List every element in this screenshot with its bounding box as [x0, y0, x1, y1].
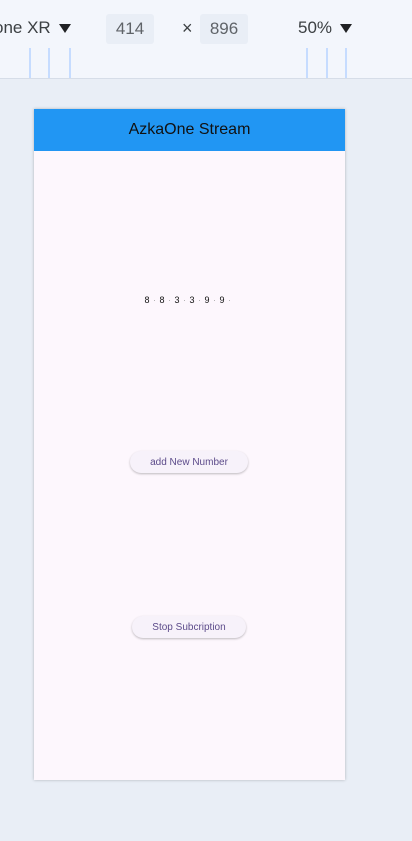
- separator-dot: ·: [167, 295, 172, 305]
- media-query-marker[interactable]: [306, 48, 308, 78]
- zoom-value: 50%: [298, 18, 333, 37]
- device-select[interactable]: one XR: [0, 18, 71, 38]
- add-new-number-button[interactable]: add New Number: [130, 451, 248, 473]
- media-query-marker[interactable]: [326, 48, 328, 78]
- height-input[interactable]: 896: [200, 14, 248, 44]
- stream-number: 8: [159, 295, 165, 305]
- app-bar: AzkaOne Stream: [34, 109, 345, 151]
- media-query-marker[interactable]: [29, 48, 31, 78]
- number-stream: 8 · 8 · 3 · 3 · 9 · 9 ·: [34, 295, 345, 305]
- separator-dot: ·: [152, 295, 157, 305]
- stream-number: 9: [204, 295, 211, 305]
- zoom-select[interactable]: 50%: [298, 18, 353, 38]
- caret-down-icon: [340, 23, 353, 33]
- device-screen: AzkaOne Stream 8 · 8 · 3 · 3 · 9 · 9 · add New Numb…: [34, 109, 345, 780]
- stream-number: 8: [144, 295, 150, 305]
- caret-down-icon: [58, 23, 71, 33]
- media-query-marker[interactable]: [48, 48, 50, 78]
- devtools-toolbar: one XR 414 × 896 50%: [0, 0, 412, 49]
- media-query-marker[interactable]: [345, 48, 347, 78]
- media-query-marker[interactable]: [69, 48, 71, 78]
- separator-dot: ·: [213, 295, 217, 305]
- width-input[interactable]: 414: [106, 14, 154, 44]
- separator-dot: ·: [198, 295, 202, 305]
- stream-number: 9: [219, 295, 226, 305]
- stream-number: 3: [174, 295, 180, 305]
- device-name: one XR: [0, 18, 51, 37]
- app-title: AzkaOne Stream: [128, 121, 251, 138]
- separator-dot: ·: [183, 295, 187, 305]
- times-icon: ×: [182, 18, 193, 38]
- stop-subscription-button[interactable]: Stop Subcription: [132, 616, 246, 638]
- separator-dot: ·: [228, 295, 232, 305]
- stream-number: 3: [189, 295, 196, 305]
- media-query-bar: [0, 48, 412, 79]
